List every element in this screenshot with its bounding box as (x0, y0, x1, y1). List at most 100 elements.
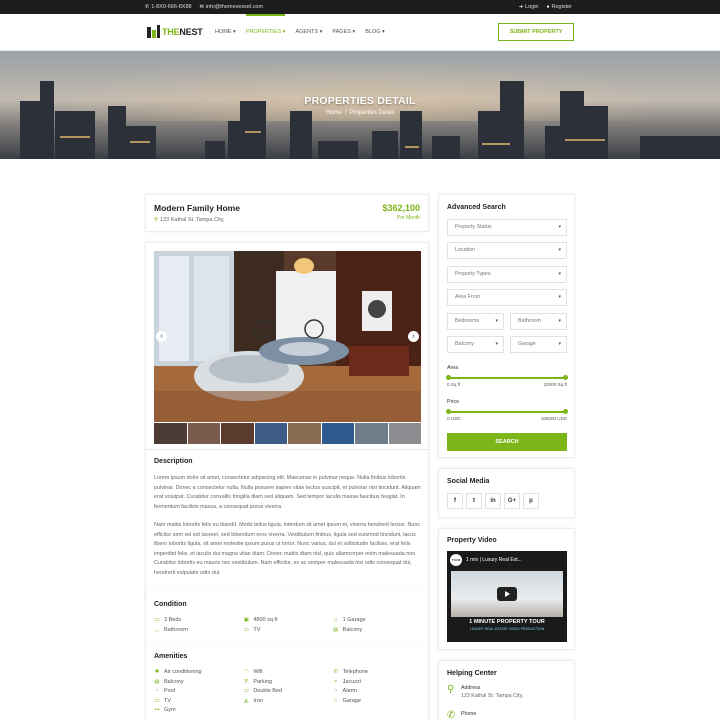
balcony-icon: ▤ (154, 678, 160, 685)
price-range-label: Price (447, 399, 460, 405)
gallery-thumbnail[interactable] (388, 423, 421, 444)
bedrooms-value: Bedrooms (455, 318, 480, 324)
iron-icon: ◭ (244, 697, 249, 704)
balcony-select[interactable]: Balcony ▾ (447, 336, 504, 353)
gallery-thumbnail[interactable] (187, 423, 220, 444)
nav-agents-label: AGENTS (295, 29, 319, 35)
address-value: 123 Kathal St. Tampa City, (461, 693, 524, 699)
area-max-handle[interactable] (563, 375, 568, 380)
amenity-label: Air conditioning (164, 669, 202, 675)
site-header: THENEST HOME ▾ PROPERTIES ▾ AGENTS ▾ PAG… (0, 14, 720, 51)
property-status-value: Property Status (455, 224, 492, 230)
video-subcaption: LUXURY REAL ESTATE VIDEO PRODUCTION (469, 627, 545, 631)
nav-pages[interactable]: PAGES ▾ (332, 28, 355, 36)
price-range-values: 0 USD 150000 USD (447, 416, 567, 421)
area-max-value: 10000 Sq ft (543, 382, 568, 387)
gallery-thumbnail[interactable] (221, 423, 254, 444)
balcony-icon: ▤ (333, 627, 339, 633)
facebook-icon[interactable]: f (447, 493, 463, 509)
gallery-thumbnail[interactable] (321, 423, 354, 444)
description-heading: Description (154, 458, 193, 465)
wifi-icon: ◠ (243, 669, 249, 675)
amenity-label: Alarm (342, 688, 358, 694)
chevron-down-icon: ▾ (495, 318, 498, 324)
search-button[interactable]: SEARCH (447, 433, 567, 451)
phone-text: 1-8X0-666-8X88 (151, 4, 192, 10)
amenity-item: ◭ Iron (243, 698, 332, 704)
phone-icon: ✆ (447, 710, 456, 720)
bedrooms-select[interactable]: Bedrooms ▾ (447, 313, 504, 330)
gallery-thumbnail[interactable] (154, 423, 187, 444)
bathroom-select[interactable]: Bathroom ▾ (510, 313, 567, 330)
price-period: Per Month (396, 215, 420, 221)
amenity-label: Garage (342, 697, 362, 704)
area-min-handle[interactable] (446, 375, 451, 380)
play-button-icon[interactable] (497, 587, 517, 601)
user-icon: ● (546, 4, 550, 10)
help-phone: ✆ Phone (447, 710, 476, 720)
price-max-handle[interactable] (563, 409, 568, 414)
condition-item: ◡ Bathroom (154, 627, 243, 633)
google-plus-icon[interactable]: G+ (504, 493, 520, 509)
amenity-label: TV (164, 697, 172, 704)
linkedin-icon[interactable]: in (485, 493, 501, 509)
garage-select[interactable]: Garage ▾ (510, 336, 567, 353)
helping-center-panel: Helping Center ⚲ Address 123 Kathal St. T… (438, 660, 575, 720)
gallery-prev-button[interactable]: ‹ (156, 331, 167, 342)
video-player[interactable]: TOUR 1 min | Luxury Real Est... 1 MINUTE… (447, 551, 567, 642)
amenity-label: Telephone (342, 669, 369, 675)
main-property-photo[interactable]: ‹ › (154, 251, 421, 422)
nav-agents[interactable]: AGENTS ▾ (295, 28, 322, 36)
breadcrumb-home[interactable]: Home (326, 110, 342, 116)
air-icon: ✱ (154, 669, 160, 675)
living-room-image (154, 251, 421, 422)
property-status-select[interactable]: Property Status ▾ (447, 219, 567, 236)
submit-property-button[interactable]: SUBMIT PROPERTY (498, 23, 574, 41)
contact-email[interactable]: ✉ info@themevessel.com (200, 4, 263, 10)
register-link[interactable]: ● Register (546, 4, 572, 10)
property-types-value: Property Types (455, 271, 491, 277)
login-icon: ➜ (518, 4, 524, 10)
amenity-item: ▭ Double Bed (243, 688, 332, 694)
gallery-thumbnail[interactable] (355, 423, 388, 444)
phone-icon: ✆ (145, 4, 150, 10)
nav-home[interactable]: HOME ▾ (215, 28, 236, 36)
location-select[interactable]: Location ▾ (447, 242, 567, 259)
page-hero: PROPERTIES DETAIL Home / Properties Detail (0, 51, 720, 159)
area-range-label: Area (447, 365, 459, 371)
amenity-item: ◔ Alarm (333, 688, 422, 694)
nav-properties-label: PROPERTIES (245, 29, 282, 35)
condition-heading: Condition (154, 601, 187, 608)
login-link[interactable]: ➜ Login (519, 4, 539, 10)
phone-icon: ✆ (333, 669, 338, 675)
channel-avatar[interactable]: TOUR (450, 554, 462, 566)
area-range-slider[interactable] (446, 375, 568, 380)
contact-phone[interactable]: ✆ 1-8X0-666-8X88 (145, 4, 192, 10)
nav-pages-label: PAGES (332, 29, 351, 35)
condition-item: ▣ 4800 sq ft (243, 617, 332, 623)
price-min-handle[interactable] (446, 409, 451, 414)
nav-blog[interactable]: BLOG ▾ (365, 28, 385, 36)
pinterest-icon[interactable]: p (523, 493, 539, 509)
property-types-select[interactable]: Property Types ▾ (447, 266, 567, 283)
breadcrumb-separator: / (344, 110, 347, 116)
help-address: ⚲ Address 123 Kathal St. Tampa City, (447, 684, 523, 700)
condition-item: ⌂ 1 Garage (333, 617, 422, 623)
gallery-next-button[interactable]: › (408, 331, 419, 342)
gallery-thumbnail[interactable] (288, 423, 321, 444)
main-nav: HOME ▾ PROPERTIES ▾ AGENTS ▾ PAGES ▾ BLO… (215, 14, 385, 36)
pool-icon: ~ (155, 688, 159, 694)
nav-properties[interactable]: PROPERTIES ▾ (245, 14, 285, 36)
help-address-text: Address 123 Kathal St. Tampa City, (461, 684, 523, 700)
site-logo[interactable]: THENEST (147, 25, 203, 38)
social-media-heading: Social Media (447, 478, 490, 485)
price-range-slider[interactable] (446, 409, 568, 414)
parking-icon: P (244, 678, 249, 685)
video-title[interactable]: 1 min | Luxury Real Est... (466, 557, 522, 563)
top-bar: ✆ 1-8X0-666-8X88 ✉ info@themevessel.com ➜ L… (0, 0, 720, 14)
amenity-label: Wifi (253, 669, 263, 675)
area-from-select[interactable]: Area From ▾ (447, 289, 567, 306)
video-title-bar: TOUR 1 min | Luxury Real Est... (447, 551, 567, 569)
gallery-thumbnail[interactable] (254, 423, 287, 444)
twitter-icon[interactable]: t (466, 493, 482, 509)
